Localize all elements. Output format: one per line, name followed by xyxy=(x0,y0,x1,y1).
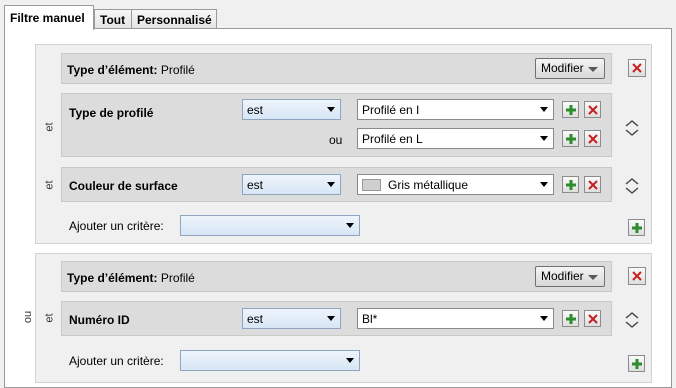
chevron-down-icon xyxy=(540,316,548,321)
add-criterion-label: Ajouter un critère: xyxy=(69,219,164,233)
operator-dropdown[interactable]: est xyxy=(242,174,341,195)
value-dropdown[interactable]: Gris métallique xyxy=(357,174,554,195)
tab-tout[interactable]: Tout xyxy=(94,9,132,29)
remove-type-button[interactable] xyxy=(628,267,646,285)
filter-group-2: Type d’élément: Profilé Modifier et Numé… xyxy=(35,253,652,383)
value-dropdown[interactable]: Profilé en I xyxy=(357,99,554,120)
chevron-down-icon xyxy=(540,107,548,112)
modify-button[interactable]: Modifier xyxy=(535,266,605,287)
close-icon xyxy=(588,134,598,144)
add-criterion-button[interactable] xyxy=(628,355,645,372)
chevron-down-icon xyxy=(346,223,354,228)
color-swatch xyxy=(362,179,381,191)
close-icon xyxy=(588,314,598,324)
and-connector: et xyxy=(43,122,56,132)
modify-button[interactable]: Modifier xyxy=(535,58,605,79)
close-icon xyxy=(588,105,598,115)
chevron-down-icon xyxy=(540,182,548,187)
tab-filtre-manuel[interactable]: Filtre manuel xyxy=(4,5,94,30)
close-icon xyxy=(632,271,642,281)
criterion-label: Couleur de surface xyxy=(69,179,178,193)
filter-group-1: Type d’élément: Profilé Modifier et Type… xyxy=(35,44,652,244)
criterion-label: Type de profilé xyxy=(69,106,154,120)
plus-icon xyxy=(566,180,576,190)
add-value-button[interactable] xyxy=(562,310,579,327)
filter-panel: Type d’élément: Profilé Modifier et Type… xyxy=(4,28,672,388)
reorder-icon[interactable] xyxy=(624,119,640,137)
criterion-id-number: Numéro ID est Bl* xyxy=(61,301,612,336)
remove-value-button[interactable] xyxy=(584,130,601,147)
remove-value-button[interactable] xyxy=(584,101,601,118)
operator-dropdown[interactable]: est xyxy=(242,308,341,329)
or-connector-groups: ou xyxy=(22,310,35,324)
remove-type-button[interactable] xyxy=(628,59,646,77)
plus-icon xyxy=(566,105,576,115)
add-value-button[interactable] xyxy=(562,101,579,118)
add-value-button[interactable] xyxy=(562,176,579,193)
chevron-down-icon xyxy=(588,67,598,72)
chevron-down-icon xyxy=(588,275,598,280)
add-criterion-dropdown[interactable] xyxy=(180,350,360,371)
plus-icon xyxy=(566,134,576,144)
close-icon xyxy=(588,180,598,190)
chevron-down-icon xyxy=(346,358,354,363)
chevron-down-icon xyxy=(327,107,335,112)
element-type-bar: Type d’élément: Profilé Modifier xyxy=(61,53,612,84)
add-value-button[interactable] xyxy=(562,130,579,147)
and-connector: et xyxy=(43,313,56,323)
criterion-profile-type: Type de profilé est Profilé en I ou Prof… xyxy=(61,93,612,157)
remove-value-button[interactable] xyxy=(584,176,601,193)
value-input[interactable]: Bl* xyxy=(357,308,554,329)
add-criterion-label: Ajouter un critère: xyxy=(69,354,164,368)
add-criterion-button[interactable] xyxy=(628,219,645,236)
remove-value-button[interactable] xyxy=(584,310,601,327)
criterion-surface-color: Couleur de surface est Gris métallique xyxy=(61,167,612,202)
element-type-label: Type d’élément: Profilé xyxy=(67,63,195,77)
plus-icon xyxy=(566,314,576,324)
add-criterion-dropdown[interactable] xyxy=(180,215,360,236)
element-type-label: Type d’élément: Profilé xyxy=(67,271,195,285)
operator-dropdown[interactable]: est xyxy=(242,99,341,120)
chevron-down-icon xyxy=(327,316,335,321)
value-dropdown[interactable]: Profilé en L xyxy=(357,128,554,149)
or-connector: ou xyxy=(329,133,343,147)
criterion-label: Numéro ID xyxy=(69,313,130,327)
reorder-icon[interactable] xyxy=(624,311,640,329)
plus-icon xyxy=(632,223,642,233)
chevron-down-icon xyxy=(540,136,548,141)
element-type-bar: Type d’élément: Profilé Modifier xyxy=(61,261,612,292)
and-connector: et xyxy=(43,180,56,190)
chevron-down-icon xyxy=(327,182,335,187)
tab-personnalise[interactable]: Personnalisé xyxy=(131,9,217,29)
plus-icon xyxy=(632,359,642,369)
reorder-icon[interactable] xyxy=(624,177,640,195)
close-icon xyxy=(632,63,642,73)
